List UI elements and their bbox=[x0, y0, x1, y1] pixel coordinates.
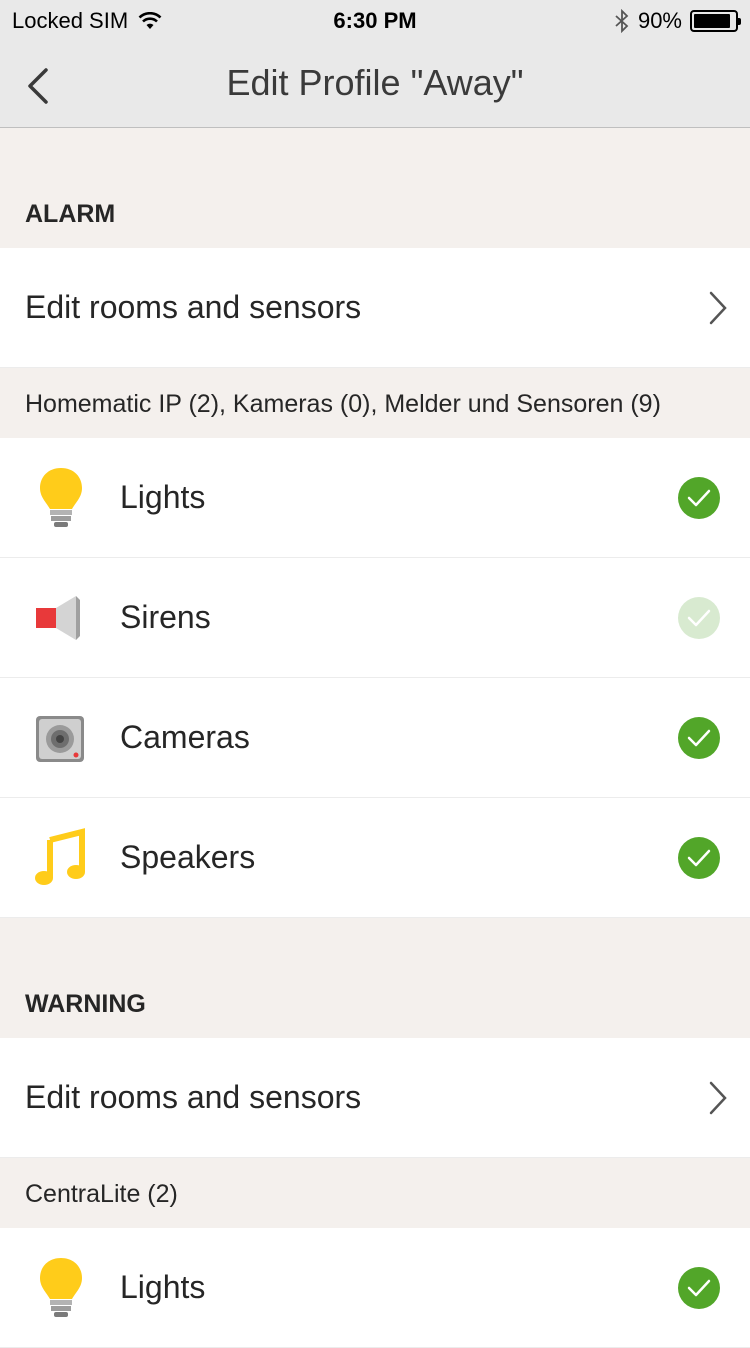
siren-icon bbox=[36, 596, 80, 640]
light-bulb-icon bbox=[40, 1258, 82, 1317]
warning-edit-rooms-row[interactable]: Edit rooms and sensors bbox=[0, 1038, 750, 1158]
status-bar: Locked SIM 6:30 PM 90% bbox=[0, 0, 750, 40]
device-row-lights[interactable]: Lights bbox=[0, 1228, 750, 1348]
device-label-lights: Lights bbox=[120, 1269, 206, 1305]
camera-icon bbox=[36, 716, 84, 762]
device-label-lights: Lights bbox=[120, 479, 206, 515]
music-note-icon bbox=[35, 828, 85, 885]
checkmark-on-icon[interactable] bbox=[678, 1267, 720, 1309]
alarm-subheader: Homematic IP (2), Kameras (0), Melder un… bbox=[0, 368, 750, 438]
chevron-right-icon bbox=[709, 1081, 727, 1115]
checkmark-on-icon[interactable] bbox=[678, 837, 720, 879]
checkmark-on-icon[interactable] bbox=[678, 717, 720, 759]
checkmark-off-icon[interactable] bbox=[678, 597, 720, 639]
edit-rooms-label: Edit rooms and sensors bbox=[25, 1079, 362, 1115]
light-bulb-icon bbox=[40, 468, 82, 527]
alarm-edit-rooms-row[interactable]: Edit rooms and sensors bbox=[0, 248, 750, 368]
edit-rooms-label: Edit rooms and sensors bbox=[25, 289, 362, 325]
section-header-warning: WARNING bbox=[0, 918, 750, 1038]
device-row-cameras[interactable]: Cameras bbox=[0, 678, 750, 798]
device-row-lights[interactable]: Lights bbox=[0, 438, 750, 558]
battery-percent: 90% bbox=[637, 8, 682, 33]
device-row-speakers[interactable]: Speakers bbox=[0, 798, 750, 918]
checkmark-on-icon[interactable] bbox=[678, 477, 720, 519]
battery-icon bbox=[690, 10, 741, 32]
bluetooth-icon bbox=[615, 9, 629, 33]
device-label-cameras: Cameras bbox=[120, 719, 250, 755]
section-header-alarm: ALARM bbox=[0, 128, 750, 248]
nav-bar: Edit Profile "Away" bbox=[0, 40, 750, 128]
page-title: Edit Profile "Away" bbox=[226, 62, 524, 103]
device-label-speakers: Speakers bbox=[120, 839, 256, 875]
device-label-sirens: Sirens bbox=[120, 599, 211, 635]
warning-subheader: CentraLite (2) bbox=[0, 1158, 750, 1228]
chevron-right-icon bbox=[709, 291, 727, 325]
device-row-sirens[interactable]: Sirens bbox=[0, 558, 750, 678]
